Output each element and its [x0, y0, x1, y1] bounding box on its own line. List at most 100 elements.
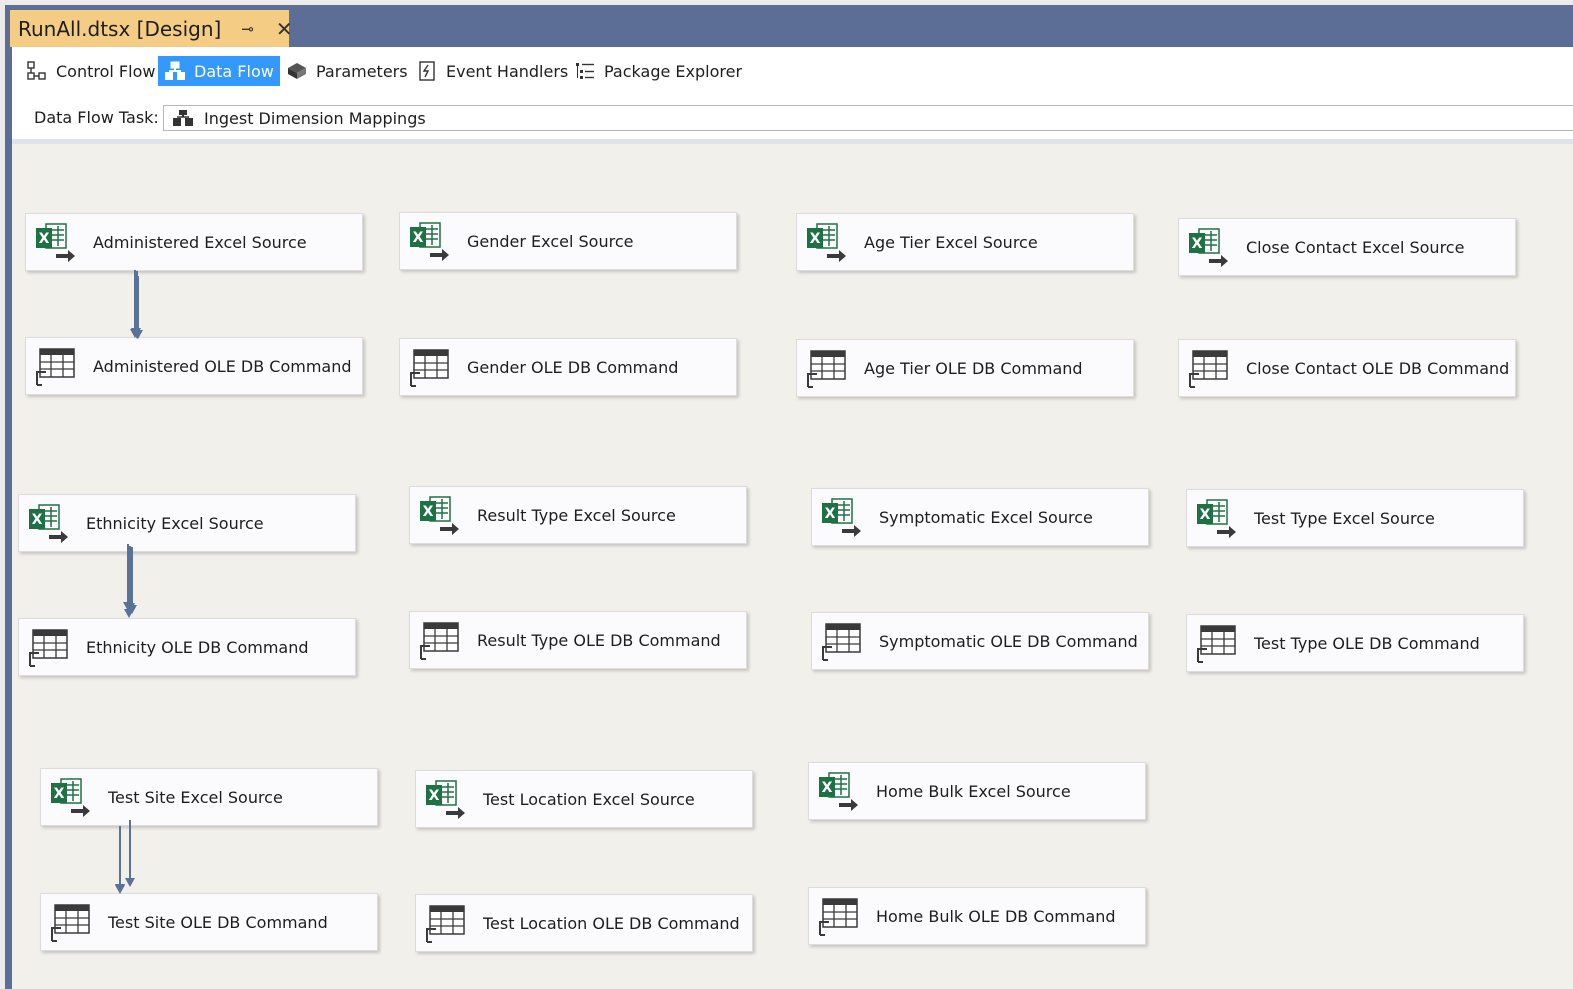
data-flow-task-value: Ingest Dimension Mappings [204, 108, 426, 128]
excel-source-label: Administered Excel Source [93, 232, 307, 252]
designer-surface: Control Flow Data Flow Parameters Event … [12, 47, 1573, 989]
ole-db-command-component[interactable]: Test Location OLE DB Command [415, 894, 753, 952]
data-flow-task-icon [172, 109, 194, 127]
ole-db-command-icon [1187, 348, 1229, 390]
excel-source-component[interactable]: Result Type Excel Source [409, 486, 747, 544]
ole-db-command-component[interactable]: Test Type OLE DB Command [1186, 614, 1524, 672]
excel-source-icon [817, 771, 859, 813]
ole-db-command-icon [1195, 623, 1237, 665]
parameters-icon [286, 60, 308, 82]
ole-db-command-label: Home Bulk OLE DB Command [876, 906, 1116, 926]
tab-parameters-label: Parameters [316, 61, 408, 81]
excel-source-icon [49, 777, 91, 819]
ole-db-command-icon [817, 896, 859, 938]
ole-db-command-component[interactable]: Administered OLE DB Command [25, 337, 363, 395]
ole-db-command-icon [27, 627, 69, 669]
excel-source-label: Test Location Excel Source [483, 789, 695, 809]
excel-source-component[interactable]: Home Bulk Excel Source [808, 762, 1146, 820]
ssis-designer-window: RunAll.dtsx [Design] ⊸ ✕ Control Flow Da… [0, 0, 1573, 989]
excel-source-label: Result Type Excel Source [477, 505, 676, 525]
data-path-connector[interactable] [123, 820, 137, 887]
ole-db-command-label: Test Type OLE DB Command [1254, 633, 1480, 653]
data-flow-task-bar: Data Flow Task: Ingest Dimension Mapping… [12, 97, 1573, 139]
excel-source-label: Home Bulk Excel Source [876, 781, 1071, 801]
excel-source-label: Test Site Excel Source [108, 787, 283, 807]
excel-source-label: Close Contact Excel Source [1246, 237, 1465, 257]
ole-db-command-component[interactable]: Test Site OLE DB Command [40, 893, 378, 951]
data-flow-task-label: Data Flow Task: [34, 108, 159, 127]
tab-data-flow[interactable]: Data Flow [158, 56, 280, 86]
excel-source-component[interactable]: Gender Excel Source [399, 212, 737, 270]
tab-parameters[interactable]: Parameters [280, 56, 414, 86]
data-flow-icon [164, 60, 186, 82]
tab-control-flow-label: Control Flow [56, 61, 156, 81]
excel-source-component[interactable]: Symptomatic Excel Source [811, 488, 1149, 546]
ole-db-command-component[interactable]: Age Tier OLE DB Command [796, 339, 1134, 397]
excel-source-label: Gender Excel Source [467, 231, 634, 251]
excel-source-component[interactable]: Administered Excel Source [25, 213, 363, 271]
event-handlers-icon [416, 60, 438, 82]
tab-event-handlers[interactable]: Event Handlers [410, 56, 574, 86]
ole-db-command-component[interactable]: Close Contact OLE DB Command [1178, 339, 1516, 397]
excel-source-component[interactable]: Test Site Excel Source [40, 768, 378, 826]
ole-db-command-label: Test Site OLE DB Command [108, 912, 328, 932]
ole-db-command-component[interactable]: Result Type OLE DB Command [409, 611, 747, 669]
excel-source-icon [424, 779, 466, 821]
pin-icon[interactable]: ⊸ [241, 20, 254, 38]
excel-source-icon [820, 497, 862, 539]
excel-source-component[interactable]: Test Location Excel Source [415, 770, 753, 828]
ole-db-command-component[interactable]: Gender OLE DB Command [399, 338, 737, 396]
tab-package-explorer-label: Package Explorer [604, 61, 743, 81]
excel-source-component[interactable]: Age Tier Excel Source [796, 213, 1134, 271]
control-flow-icon [26, 60, 48, 82]
tab-control-flow[interactable]: Control Flow [20, 56, 161, 86]
excel-source-label: Age Tier Excel Source [864, 232, 1038, 252]
ole-db-command-icon [49, 902, 91, 944]
package-explorer-icon [574, 60, 596, 82]
tab-event-handlers-label: Event Handlers [446, 61, 569, 81]
document-tab[interactable]: RunAll.dtsx [Design] ⊸ ✕ [10, 10, 293, 47]
data-path-connector[interactable] [125, 547, 139, 614]
data-flow-canvas[interactable]: Administered Excel Source Administered OL… [12, 144, 1573, 989]
excel-source-icon [805, 222, 847, 264]
excel-source-component[interactable]: Close Contact Excel Source [1178, 218, 1516, 276]
excel-source-label: Test Type Excel Source [1254, 508, 1435, 528]
connector-arrow-icon [125, 878, 135, 887]
ole-db-command-component[interactable]: Symptomatic OLE DB Command [811, 612, 1149, 670]
connector-arrow-icon [127, 605, 137, 614]
ole-db-command-label: Administered OLE DB Command [93, 356, 352, 376]
ole-db-command-label: Test Location OLE DB Command [483, 913, 740, 933]
ole-db-command-label: Ethnicity OLE DB Command [86, 637, 309, 657]
excel-source-icon [1195, 498, 1237, 540]
ole-db-command-component[interactable]: Home Bulk OLE DB Command [808, 887, 1146, 945]
ole-db-command-label: Gender OLE DB Command [467, 357, 679, 377]
data-path-connector[interactable] [131, 276, 145, 339]
excel-source-icon [408, 221, 450, 263]
tab-package-explorer[interactable]: Package Explorer [568, 56, 748, 86]
ole-db-command-icon [820, 621, 862, 663]
ole-db-command-label: Result Type OLE DB Command [477, 630, 721, 650]
document-tab-title: RunAll.dtsx [Design] [18, 16, 222, 41]
close-icon[interactable]: ✕ [276, 17, 293, 41]
excel-source-icon [34, 222, 76, 264]
excel-source-icon [27, 503, 69, 545]
ole-db-command-label: Close Contact OLE DB Command [1246, 358, 1510, 378]
excel-source-component[interactable]: Ethnicity Excel Source [18, 494, 356, 552]
excel-source-label: Symptomatic Excel Source [879, 507, 1093, 527]
tab-data-flow-label: Data Flow [194, 61, 274, 81]
ole-db-command-icon [424, 903, 466, 945]
ole-db-command-label: Age Tier OLE DB Command [864, 358, 1083, 378]
excel-source-component[interactable]: Test Type Excel Source [1186, 489, 1524, 547]
window-left-border [5, 47, 12, 989]
ole-db-command-icon [418, 620, 460, 662]
ole-db-command-icon [34, 346, 76, 388]
data-flow-task-select[interactable]: Ingest Dimension Mappings [163, 105, 1573, 131]
ole-db-command-component[interactable]: Ethnicity OLE DB Command [18, 618, 356, 676]
connector-arrow-icon [133, 330, 143, 339]
excel-source-icon [1187, 227, 1229, 269]
ole-db-command-icon [408, 347, 450, 389]
ole-db-command-icon [805, 348, 847, 390]
excel-source-icon [418, 495, 460, 537]
designer-tab-strip: Control Flow Data Flow Parameters Event … [12, 47, 1573, 97]
ole-db-command-label: Symptomatic OLE DB Command [879, 631, 1138, 651]
